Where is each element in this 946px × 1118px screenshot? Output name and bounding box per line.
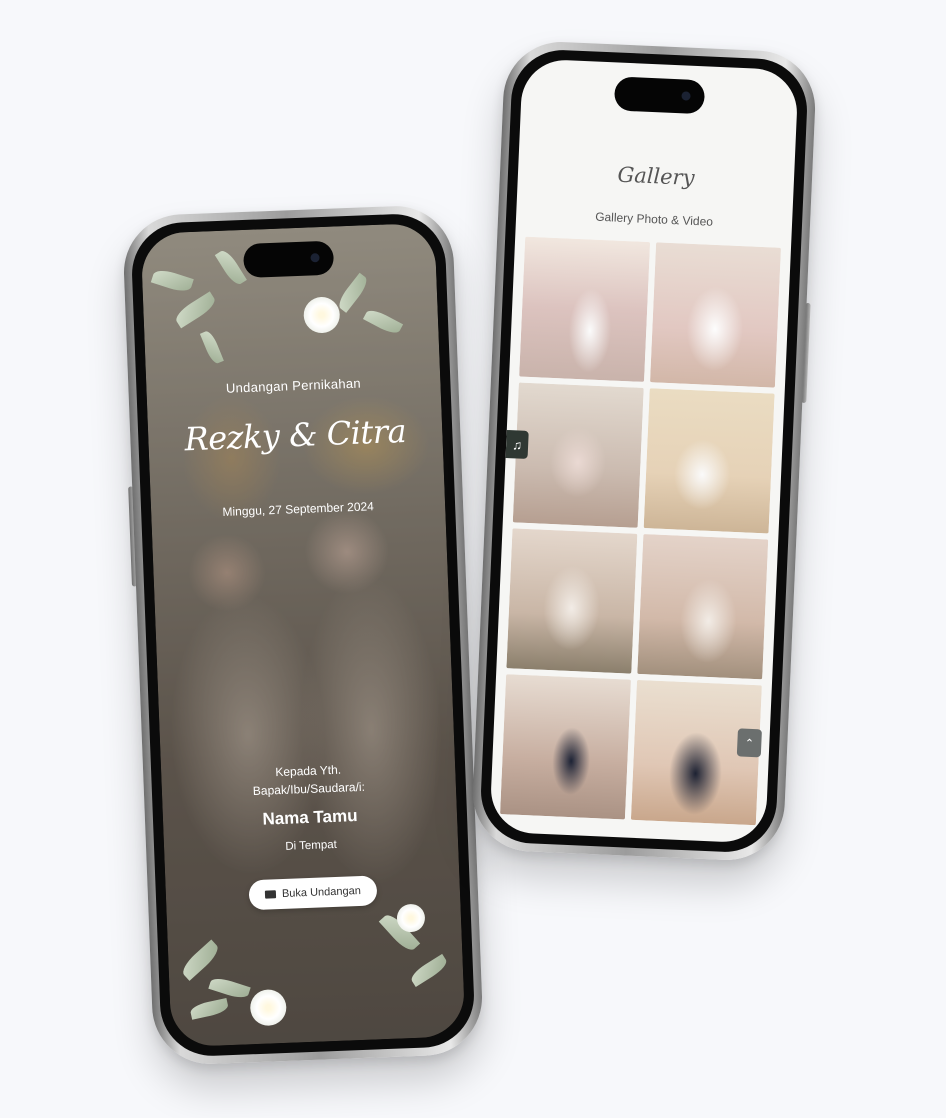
gallery-screen: Gallery Gallery Photo & Video ♫ ⌃: [489, 58, 799, 844]
music-toggle-button[interactable]: ♫: [505, 429, 529, 459]
music-note-icon: ♫: [511, 436, 523, 453]
invitation-cover-screen: Undangan Pernikahan Rezky & Citra Minggu…: [140, 222, 466, 1048]
chevron-up-icon: ⌃: [744, 737, 755, 750]
open-invitation-button[interactable]: Buka Undangan: [248, 875, 378, 911]
gallery-subtitle: Gallery Photo & Video: [594, 209, 714, 229]
envelope-icon: [264, 890, 277, 899]
gallery-title: Gallery: [616, 162, 696, 190]
gallery-photo[interactable]: [650, 242, 781, 388]
gallery-photo[interactable]: [519, 236, 651, 382]
open-invitation-label: Buka Undangan: [281, 884, 362, 900]
dynamic-island: [613, 76, 706, 115]
camera-icon: [681, 91, 691, 101]
gallery-photo[interactable]: [637, 534, 769, 680]
gallery-photo[interactable]: [643, 388, 775, 534]
scroll-top-button[interactable]: ⌃: [736, 728, 762, 758]
phone-mockup-left: Undangan Pernikahan Rezky & Citra Minggu…: [121, 203, 485, 1067]
gallery-photo[interactable]: [500, 674, 632, 820]
gallery-photo[interactable]: [506, 528, 638, 674]
camera-icon: [310, 253, 320, 263]
phone-mockup-right: Gallery Gallery Photo & Video ♫ ⌃: [470, 39, 818, 863]
dynamic-island: [242, 240, 335, 278]
gallery-photo[interactable]: [512, 382, 644, 528]
